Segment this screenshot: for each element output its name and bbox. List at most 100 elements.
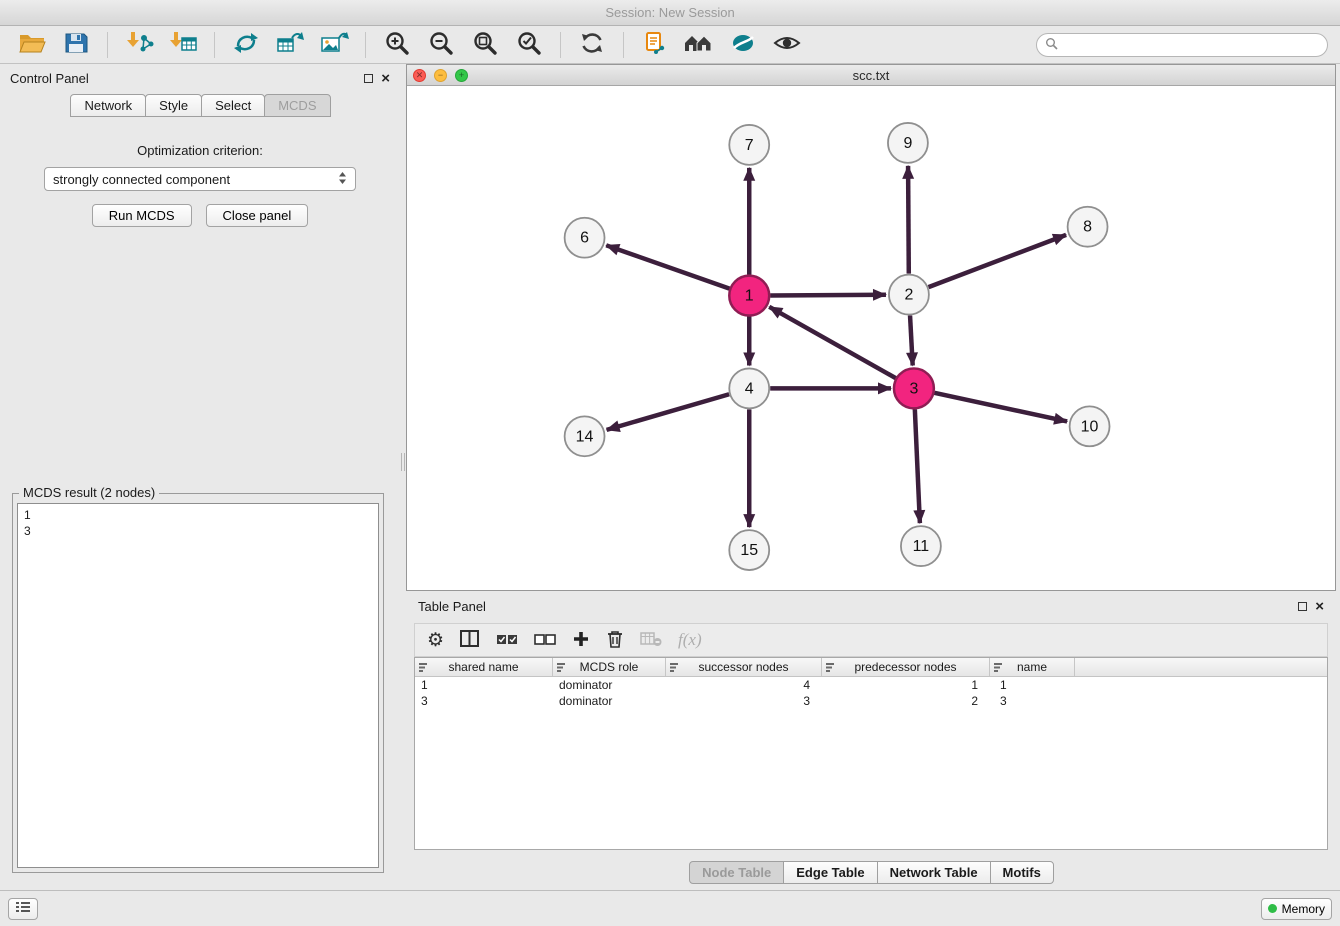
node-table[interactable]: shared nameMCDS rolesuccessor nodesprede… [414,657,1328,850]
export-image-button[interactable] [314,29,354,61]
select-all-columns-button[interactable] [496,631,518,650]
graph-node-label: 11 [913,538,930,555]
gear-icon: ⚙ [427,631,444,650]
column-header-predecessor-nodes[interactable]: predecessor nodes [822,658,990,676]
graph-edge-1-2[interactable] [770,295,886,296]
column-header-shared-name[interactable]: shared name [415,658,553,676]
network-window-titlebar: scc.txt ✕ − + [407,65,1335,86]
edge-layer [606,166,1067,527]
table-cell: 1 [415,678,553,692]
zoom-selected-button[interactable] [509,29,549,61]
tab-style[interactable]: Style [145,94,202,117]
save-floppy-icon [63,31,89,58]
new-network-from-selection-button[interactable] [226,29,266,61]
import-table-button[interactable] [163,29,203,61]
tab-edge-table[interactable]: Edge Table [783,861,877,884]
unselect-all-columns-button[interactable] [534,631,556,650]
style-button[interactable] [723,29,763,61]
close-panel-button[interactable]: Close panel [206,204,309,227]
tab-network[interactable]: Network [70,94,146,117]
graph-node-label: 2 [904,287,913,304]
document-share-button[interactable] [635,29,675,61]
graph-node-label: 6 [580,230,589,247]
create-column-button[interactable] [572,630,590,651]
style-paint-icon [730,30,756,59]
table-row[interactable]: 1dominator411 [415,677,1327,693]
table-panel: Table Panel × ⚙ f(x) shared nameMCDS rol… [406,595,1336,890]
close-table-panel-icon[interactable]: × [1315,599,1324,614]
column-header-name[interactable]: name [990,658,1075,676]
tab-mcds[interactable]: MCDS [264,94,330,117]
graph-edge-3-10[interactable] [934,393,1067,422]
search-box[interactable] [1036,33,1328,57]
graph-edge-2-9[interactable] [908,166,909,274]
window-title: Session: New Session [605,5,734,20]
memory-button[interactable]: Memory [1261,898,1332,920]
export-table-button[interactable] [270,29,310,61]
show-columns-button[interactable] [460,630,480,651]
graph-edge-4-14[interactable] [607,394,730,430]
toolbar-separator [623,32,624,58]
refresh-button[interactable] [572,29,612,61]
minimize-window-icon[interactable]: − [434,69,447,82]
tab-network-table[interactable]: Network Table [877,861,991,884]
network-window-title: scc.txt [407,68,1335,83]
graph-edge-3-11[interactable] [915,409,920,523]
network-canvas[interactable]: 7968124314101511 [407,86,1335,590]
save-session-button[interactable] [56,29,96,61]
mcds-result-title: MCDS result (2 nodes) [19,485,159,500]
tab-motifs[interactable]: Motifs [990,861,1054,884]
sort-icon [419,662,429,676]
graph-edge-1-6[interactable] [606,245,729,288]
network-graph[interactable]: 7968124314101511 [407,86,1335,590]
close-window-icon[interactable]: ✕ [413,69,426,82]
toolbar-separator [214,32,215,58]
main-toolbar [0,26,1340,64]
open-session-button[interactable] [12,29,52,61]
home-layout-button[interactable] [679,29,719,61]
open-folder-icon [18,31,46,58]
status-bar: Memory [0,890,1340,926]
graph-edge-2-8[interactable] [929,235,1067,287]
show-graphics-details-button[interactable] [767,29,807,61]
zoom-fit-button[interactable] [465,29,505,61]
import-table-icon [168,30,198,59]
delete-table-button [640,631,662,650]
table-settings-button[interactable]: ⚙ [427,631,444,650]
mcds-result-textarea[interactable]: 1 3 [17,503,379,868]
trash-icon [606,629,624,652]
zoom-in-icon [384,30,410,59]
table-tabs: Node Table Edge Table Network Table Moti… [406,861,1336,884]
criterion-dropdown-value: strongly connected component [53,172,230,187]
table-panel-header: Table Panel × [406,595,1336,617]
graph-edge-2-3[interactable] [910,316,913,366]
plus-icon [572,630,590,651]
tab-select[interactable]: Select [201,94,265,117]
close-panel-icon[interactable]: × [381,71,390,86]
delete-column-button[interactable] [606,629,624,652]
zoom-out-button[interactable] [421,29,461,61]
table-row[interactable]: 3dominator323 [415,693,1327,709]
run-mcds-button[interactable]: Run MCDS [92,204,192,227]
float-panel-icon[interactable] [364,74,373,83]
graph-edge-3-1[interactable] [769,307,895,378]
function-builder-button: f(x) [678,630,702,650]
column-header-MCDS-role[interactable]: MCDS role [553,658,666,676]
graph-node-label: 7 [745,137,754,154]
import-network-button[interactable] [119,29,159,61]
table-header-row: shared nameMCDS rolesuccessor nodesprede… [415,658,1327,677]
dropdown-arrows-icon [338,171,347,188]
maximize-window-icon[interactable]: + [455,69,468,82]
task-history-button[interactable] [8,898,38,920]
toolbar-separator [560,32,561,58]
mcds-result-line: 1 [24,507,372,523]
criterion-dropdown[interactable]: strongly connected component [44,167,356,191]
tab-node-table[interactable]: Node Table [689,861,784,884]
table-cell: 1 [822,678,990,692]
table-cell: 4 [666,678,822,692]
search-icon [1045,37,1058,53]
float-table-panel-icon[interactable] [1298,602,1307,611]
zoom-in-button[interactable] [377,29,417,61]
search-input[interactable] [1063,37,1319,52]
column-header-successor-nodes[interactable]: successor nodes [666,658,822,676]
